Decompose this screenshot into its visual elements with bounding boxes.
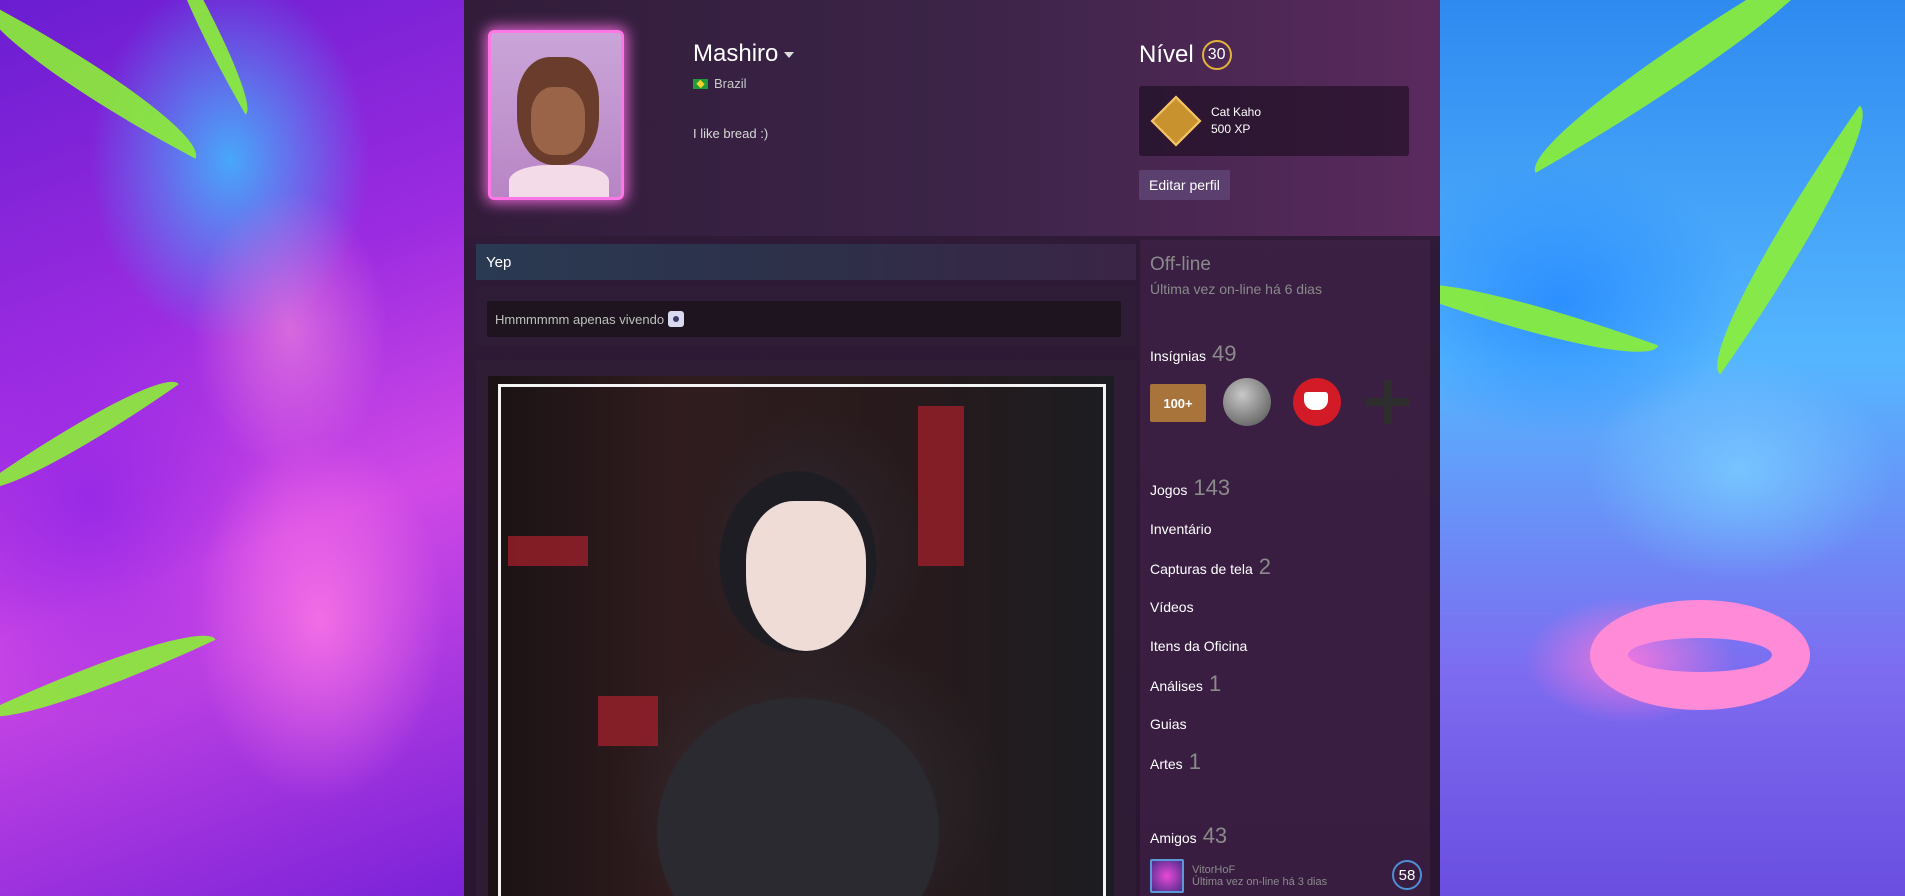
favorite-badge-name: Cat Kaho	[1211, 105, 1262, 119]
friend-status: Última vez on-line há 3 dias	[1192, 876, 1328, 888]
level: Nível 30	[1139, 40, 1232, 70]
location: Brazil	[693, 76, 747, 91]
showcase-title: Yep	[476, 244, 1136, 280]
profile-summary: I like bread :)	[693, 126, 769, 141]
sidebar-item-count: 1	[1208, 671, 1222, 696]
favorite-badge-xp: 500 XP	[1211, 122, 1251, 136]
flag-brazil-icon	[693, 78, 708, 89]
sidebar-item-label: Vídeos	[1150, 599, 1194, 615]
sidebar-item-count: 1	[1188, 749, 1201, 774]
sidebar-item-count: 143	[1193, 475, 1231, 500]
leaf-shape	[0, 359, 179, 511]
sidebar-item-label: Artes	[1150, 756, 1183, 772]
profile-header: Mashiro Brazil I like bread :) Nível 30 …	[464, 0, 1440, 236]
friend-info: VitorHoF Última vez on-line há 3 dias	[1192, 864, 1327, 888]
leaf-shape	[1687, 105, 1893, 375]
float-ring-shape	[1590, 600, 1810, 710]
level-label: Nível	[1139, 41, 1194, 68]
sidebar-item-count: 49	[1212, 341, 1237, 366]
sidebar-item-reviews[interactable]: Análises 1	[1150, 671, 1221, 697]
location-label: Brazil	[714, 76, 747, 91]
friend-level-badge: 58	[1392, 860, 1422, 890]
sidebar-item-artwork[interactable]: Artes 1	[1150, 749, 1201, 775]
friend-item[interactable]: VitorHoF Última vez on-line há 3 dias 58	[1150, 856, 1422, 896]
emoticon-icon	[668, 311, 685, 327]
sidebar-item-count: 43	[1202, 823, 1228, 848]
sidebar-item-label: Capturas de tela	[1150, 561, 1253, 577]
sidebar-item-friends[interactable]: Amigos 43	[1150, 823, 1227, 849]
favorite-badge[interactable]: Cat Kaho 500 XP	[1139, 86, 1409, 156]
sidebar-item-videos[interactable]: Vídeos	[1150, 599, 1194, 615]
artwork-border	[498, 384, 1106, 896]
sidebar-item-label: Análises	[1150, 678, 1203, 694]
cat-badge-icon	[1150, 95, 1202, 147]
sidebar-item-screenshots[interactable]: Capturas de tela 2	[1150, 554, 1271, 580]
artwork-image[interactable]	[488, 376, 1114, 896]
showcase-content: Hmmmmmm apenas vivendo	[476, 286, 1136, 346]
background-art-left	[0, 0, 464, 896]
level-badge[interactable]: 30	[1201, 40, 1232, 70]
leaf-shape	[0, 1, 215, 159]
leaf-shape	[1512, 0, 1848, 173]
avatar-shirt	[509, 165, 609, 197]
edit-profile-button[interactable]: Editar perfil	[1139, 170, 1230, 200]
sidebar-item-workshop[interactable]: Itens da Oficina	[1150, 638, 1247, 654]
friend-name: VitorHoF	[1192, 864, 1236, 876]
sidebar-item-guides[interactable]: Guias	[1150, 716, 1187, 732]
avatar[interactable]	[488, 30, 624, 200]
last-online: Última vez on-line há 6 dias	[1150, 281, 1322, 297]
leaf-shape	[0, 610, 216, 742]
online-status: Off-line	[1150, 254, 1211, 275]
silver-emblem-badge-icon[interactable]	[1223, 378, 1271, 426]
leaf-shape	[155, 0, 265, 115]
sidebar-item-label: Inventário	[1150, 521, 1212, 537]
sidebar-item-label: Guias	[1150, 716, 1187, 732]
persona-name: Mashiro	[693, 40, 779, 67]
coffee-cup-badge-icon[interactable]	[1293, 378, 1341, 426]
sidebar-item-label: Itens da Oficina	[1150, 638, 1248, 654]
profile-page: Mashiro Brazil I like bread :) Nível 30 …	[464, 0, 1440, 896]
badge-list: 100+	[1150, 378, 1420, 426]
background-art-right	[1440, 0, 1905, 896]
sidebar-item-label: Jogos	[1150, 482, 1188, 498]
badge-100-icon[interactable]: 100+	[1150, 384, 1206, 422]
showcase-text: Hmmmmmm apenas vivendo	[487, 301, 1121, 337]
sidebar-item-label: Amigos	[1150, 830, 1197, 846]
friend-avatar	[1150, 859, 1184, 893]
sidebar-item-badges[interactable]: Insígnias 49	[1150, 341, 1237, 367]
chevron-down-icon	[784, 51, 795, 58]
avatar-face	[531, 87, 585, 155]
showcase-text-body: Hmmmmmm apenas vivendo	[495, 311, 665, 327]
profile-sidebar: Off-line Última vez on-line há 6 dias In…	[1140, 240, 1430, 896]
iron-cross-badge-icon[interactable]	[1364, 378, 1412, 426]
persona-name-dropdown[interactable]: Mashiro	[693, 40, 795, 68]
artwork-showcase	[476, 360, 1136, 896]
sidebar-item-inventory[interactable]: Inventário	[1150, 521, 1211, 537]
sidebar-item-label: Insígnias	[1150, 348, 1207, 364]
leaf-shape	[1440, 256, 1659, 380]
sidebar-item-games[interactable]: Jogos 143	[1150, 475, 1230, 501]
sidebar-item-count: 2	[1258, 554, 1271, 579]
